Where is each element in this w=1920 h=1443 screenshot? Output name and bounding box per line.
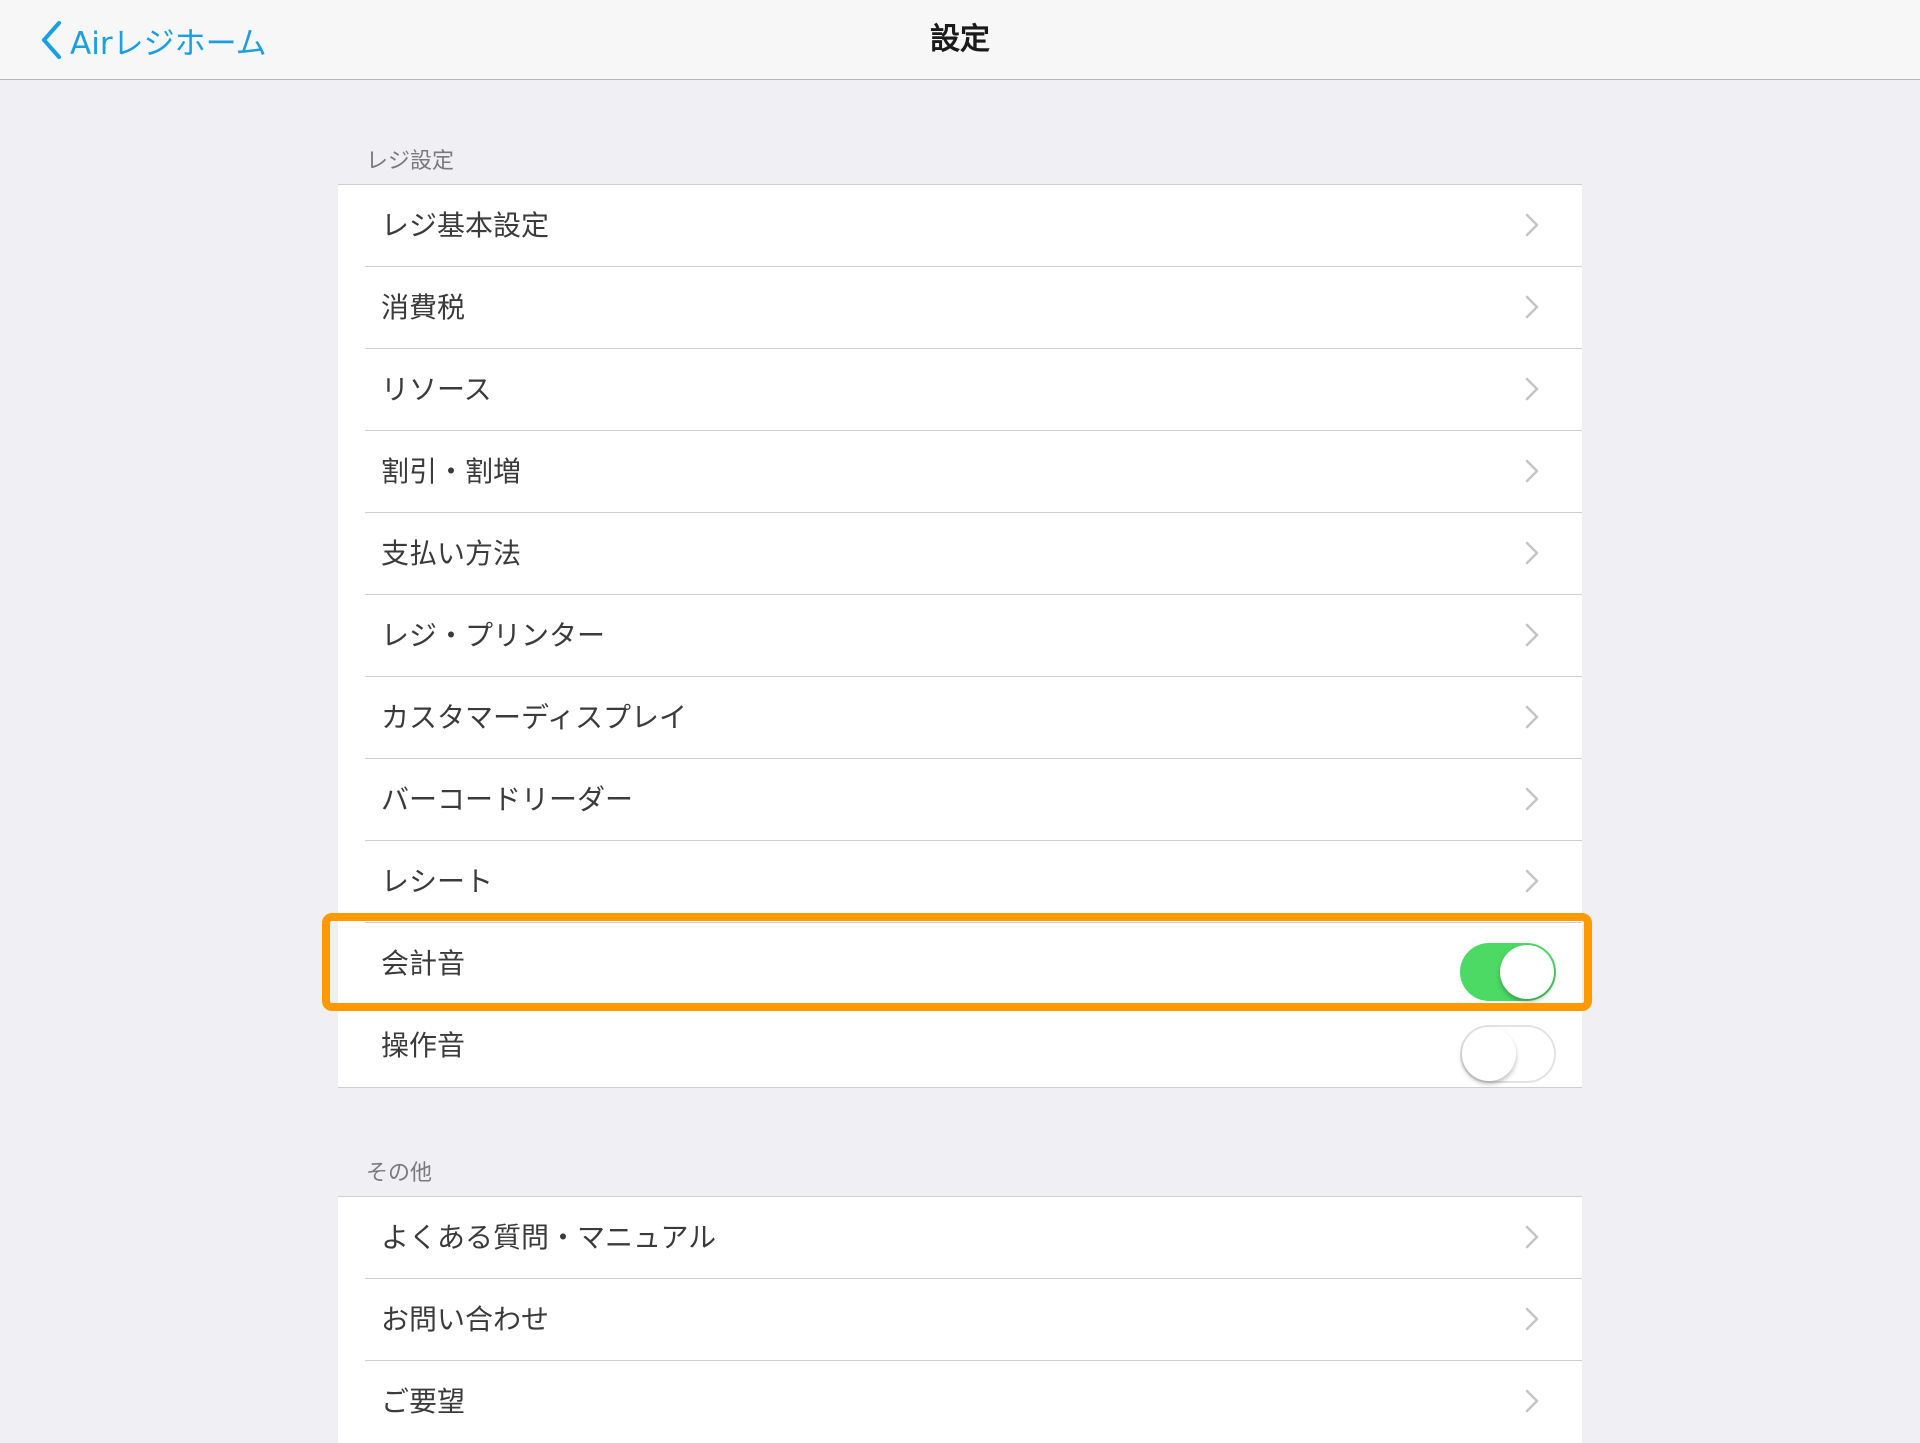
row-label: レシート [381, 865, 494, 898]
toggle-knob [1500, 945, 1554, 999]
settings-row-register-basic[interactable]: レジ基本設定 [338, 185, 1582, 267]
row-label: 操作音 [381, 1029, 466, 1062]
chevron-right-icon [1525, 869, 1539, 893]
row-label: 消費税 [381, 291, 466, 324]
back-button[interactable]: Airレジホーム [40, 18, 267, 62]
chevron-right-icon [1525, 213, 1539, 237]
settings-row-consumption-tax[interactable]: 消費税 [338, 267, 1582, 349]
row-label: レジ基本設定 [381, 209, 550, 242]
chevron-right-icon [1525, 1307, 1539, 1331]
row-label: 割引・割増 [381, 455, 522, 488]
settings-row-receipt[interactable]: レシート [338, 841, 1582, 923]
toggle-knob [1462, 1027, 1516, 1081]
settings-row-checkout-sound: 会計音 [338, 923, 1582, 1005]
section-header-register-settings: レジ設定 [366, 149, 455, 174]
settings-row-register-printer[interactable]: レジ・プリンター [338, 595, 1582, 677]
settings-row-discount-surcharge[interactable]: 割引・割増 [338, 431, 1582, 513]
row-label: 支払い方法 [381, 537, 522, 570]
settings-row-requests[interactable]: ご要望 [338, 1361, 1582, 1443]
back-button-label: Airレジホーム [70, 25, 267, 62]
row-label: お問い合わせ [381, 1303, 550, 1336]
settings-row-resources[interactable]: リソース [338, 349, 1582, 431]
chevron-right-icon [1525, 377, 1539, 401]
chevron-right-icon [1525, 1225, 1539, 1249]
settings-row-payment-methods[interactable]: 支払い方法 [338, 513, 1582, 595]
chevron-left-icon [42, 21, 61, 59]
row-label: カスタマーディスプレイ [381, 701, 688, 734]
settings-row-contact[interactable]: お問い合わせ [338, 1279, 1582, 1361]
settings-row-barcode-reader[interactable]: バーコードリーダー [338, 759, 1582, 841]
navigation-bar: Airレジホーム 設定 [0, 0, 1920, 80]
checkout-sound-toggle[interactable] [1460, 943, 1556, 1001]
row-label: リソース [381, 373, 492, 406]
register-settings-group: レジ基本設定 消費税 リソース 割引・割増 支払い方法 レジ・プリンター カスタ… [338, 184, 1582, 1088]
chevron-right-icon [1525, 295, 1539, 319]
row-label: 会計音 [381, 947, 466, 980]
row-label: よくある質問・マニュアル [381, 1221, 717, 1254]
page-title: 設定 [930, 22, 990, 57]
settings-row-faq-manual[interactable]: よくある質問・マニュアル [338, 1197, 1582, 1279]
chevron-right-icon [1525, 1389, 1539, 1413]
section-header-other: その他 [366, 1161, 433, 1186]
row-label: レジ・プリンター [381, 619, 606, 652]
chevron-right-icon [1525, 541, 1539, 565]
settings-row-customer-display[interactable]: カスタマーディスプレイ [338, 677, 1582, 759]
row-label: バーコードリーダー [381, 783, 634, 816]
chevron-right-icon [1525, 787, 1539, 811]
chevron-right-icon [1525, 623, 1539, 647]
settings-row-operation-sound: 操作音 [338, 1005, 1582, 1087]
row-label: ご要望 [381, 1385, 466, 1418]
chevron-right-icon [1525, 459, 1539, 483]
other-group: よくある質問・マニュアル お問い合わせ ご要望 [338, 1196, 1582, 1443]
operation-sound-toggle[interactable] [1460, 1025, 1556, 1083]
chevron-right-icon [1525, 705, 1539, 729]
